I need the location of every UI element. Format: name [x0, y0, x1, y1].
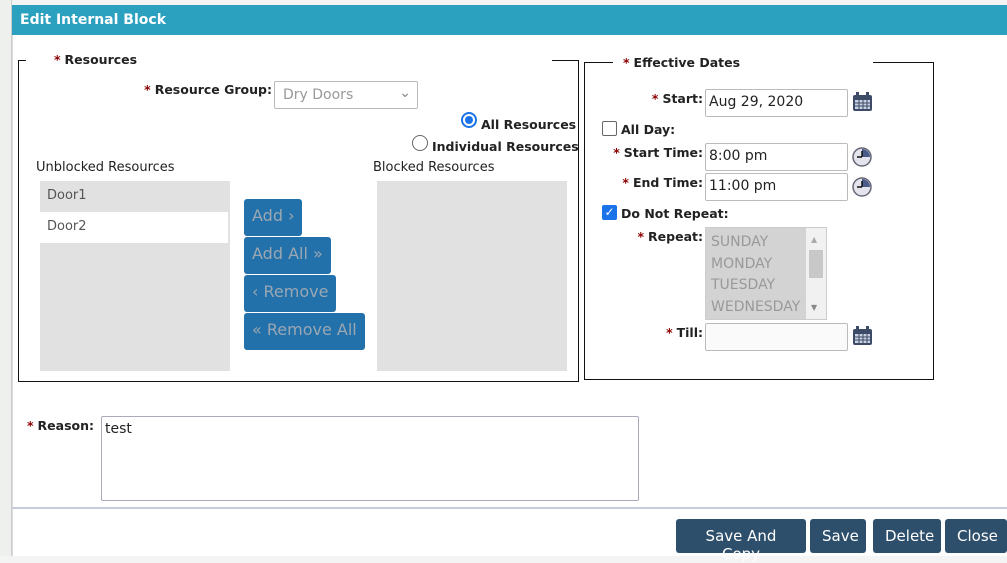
- calendar-icon[interactable]: [852, 326, 873, 346]
- radio-all-label: All Resources: [481, 117, 577, 132]
- chevron-down-icon: ⌄: [399, 85, 411, 101]
- clock-icon[interactable]: [852, 147, 872, 167]
- repeat-label: * Repeat:: [637, 229, 704, 244]
- dialog-title: Edit Internal Block: [20, 12, 167, 28]
- all-day-label: All Day:: [621, 122, 676, 137]
- scrollbar[interactable]: ▲ ▼: [806, 228, 826, 319]
- resource-group-select[interactable]: Dry Doors ⌄: [274, 81, 418, 109]
- clock-icon[interactable]: [852, 177, 872, 197]
- start-time-label: * Start Time:: [613, 145, 703, 160]
- list-item[interactable]: Door1: [40, 181, 230, 212]
- end-time-input[interactable]: 11:00 pm: [705, 173, 848, 201]
- delete-button[interactable]: Delete: [873, 519, 941, 553]
- calendar-icon[interactable]: [852, 92, 873, 112]
- resources-legend: * Resources: [26, 52, 552, 67]
- reason-textarea[interactable]: test: [101, 416, 639, 501]
- blocked-label: Blocked Resources: [373, 160, 495, 175]
- repeat-option[interactable]: MONDAY: [711, 254, 821, 276]
- repeat-option[interactable]: TUESDAY: [711, 275, 821, 297]
- do-not-repeat-label: Do Not Repeat:: [621, 206, 729, 221]
- add-all-button[interactable]: Add All »: [244, 237, 331, 274]
- save-and-copy-button[interactable]: Save And Copy: [676, 519, 806, 563]
- remove-button[interactable]: ‹ Remove: [244, 275, 337, 312]
- start-time-input[interactable]: 8:00 pm: [705, 143, 848, 171]
- dialog-header: Edit Internal Block: [12, 5, 1007, 35]
- till-label: * Till:: [666, 325, 703, 340]
- unblocked-list[interactable]: Door1 Door2: [40, 181, 230, 371]
- reason-label: * Reason:: [26, 418, 94, 433]
- do-not-repeat-checkbox[interactable]: ✓: [602, 205, 617, 220]
- radio-individual-label: Individual Resources: [432, 139, 579, 154]
- repeat-option[interactable]: WEDNESDAY: [711, 297, 821, 319]
- start-label: * Start:: [651, 91, 703, 106]
- end-time-label: * End Time:: [622, 175, 703, 190]
- list-item[interactable]: Door2: [40, 212, 228, 243]
- blocked-list[interactable]: [377, 181, 567, 371]
- unblocked-label: Unblocked Resources: [36, 160, 175, 175]
- radio-individual-resources[interactable]: [412, 135, 428, 151]
- radio-all-resources[interactable]: [461, 112, 477, 128]
- footer-divider: [12, 507, 1007, 509]
- start-date-input[interactable]: Aug 29, 2020: [705, 89, 848, 117]
- till-date-input[interactable]: [705, 323, 848, 351]
- close-button[interactable]: Close: [945, 519, 1007, 553]
- effective-dates-legend: * Effective Dates: [613, 55, 873, 70]
- repeat-listbox[interactable]: SUNDAY MONDAY TUESDAY WEDNESDAY ▲ ▼: [705, 227, 827, 320]
- all-day-checkbox[interactable]: [602, 121, 617, 136]
- add-button[interactable]: Add ›: [244, 199, 303, 236]
- repeat-option[interactable]: SUNDAY: [711, 232, 821, 254]
- save-button[interactable]: Save: [810, 519, 866, 553]
- remove-all-button[interactable]: « Remove All: [244, 313, 365, 350]
- resource-group-label: * Resource Group:: [144, 82, 272, 97]
- background-page: [0, 0, 12, 556]
